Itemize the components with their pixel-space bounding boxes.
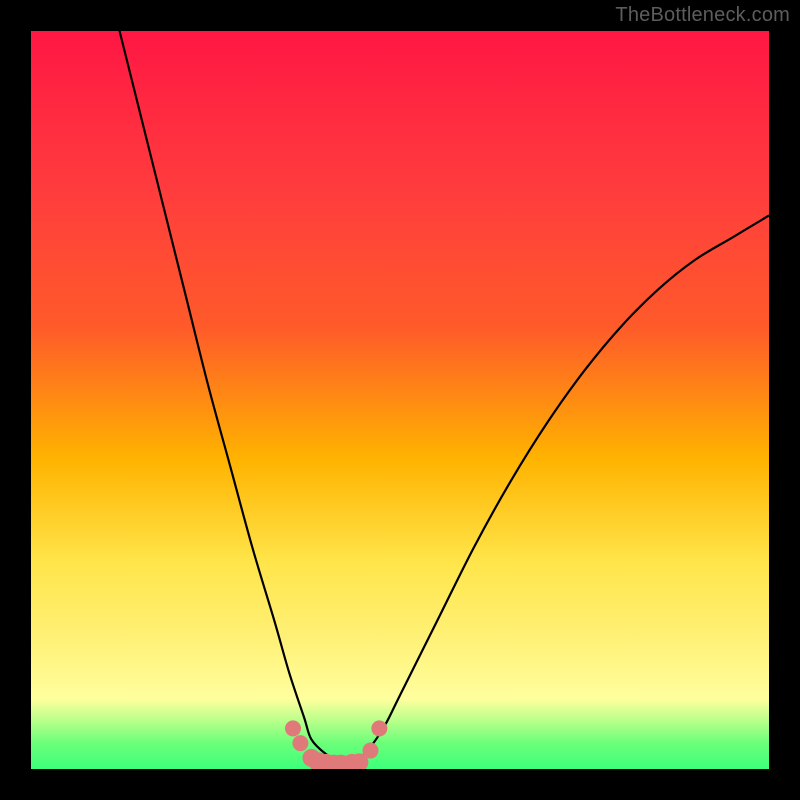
chart-stage: TheBottleneck.com bbox=[0, 0, 800, 800]
trough-marker bbox=[285, 720, 301, 736]
plot-area bbox=[31, 31, 769, 769]
chart-svg bbox=[0, 0, 800, 800]
watermark-text: TheBottleneck.com bbox=[615, 4, 790, 27]
trough-marker bbox=[292, 735, 308, 751]
trough-marker bbox=[371, 720, 387, 736]
trough-marker bbox=[362, 743, 378, 759]
